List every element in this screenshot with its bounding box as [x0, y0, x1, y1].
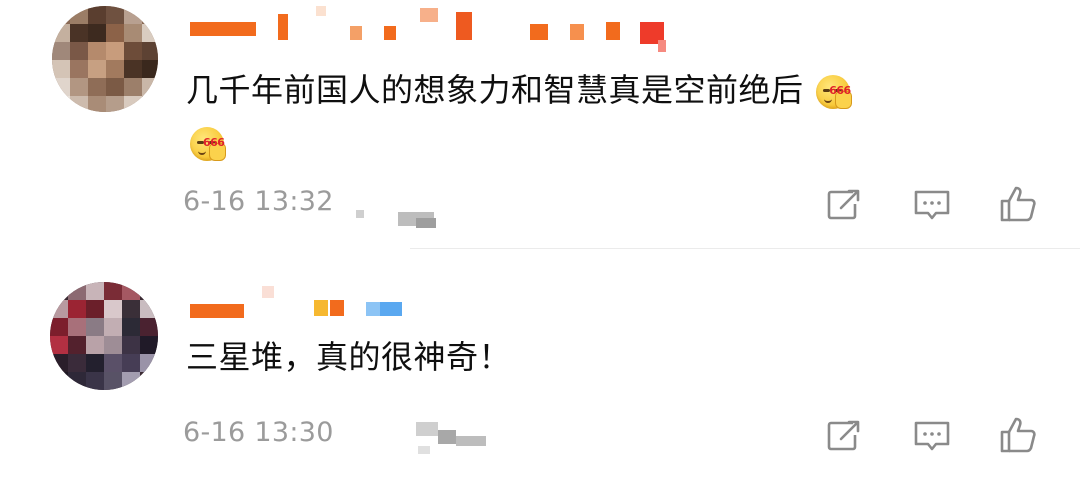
- divider: [410, 248, 1080, 249]
- share-icon[interactable]: [823, 184, 863, 224]
- avatar[interactable]: [50, 282, 158, 390]
- avatar[interactable]: [52, 6, 158, 112]
- comment-item: 几千年前国人的想象力和智慧真是空前绝后 666 666 6-16 13:32: [0, 0, 1080, 250]
- 666-emoji-icon: 666: [814, 67, 856, 109]
- comment-meta: 6-16 13:30: [183, 417, 334, 448]
- comment-text-body: 三星堆，真的很神奇！: [186, 338, 512, 376]
- comment-text: 几千年前国人的想象力和智慧真是空前绝后 666 666: [186, 64, 986, 168]
- thumbs-up-icon[interactable]: [998, 184, 1038, 224]
- thumbs-up-icon[interactable]: [998, 415, 1038, 455]
- comment-time: 6-16 13:32: [183, 186, 334, 217]
- comment-time: 6-16 13:30: [183, 417, 334, 448]
- comment-text-body: 几千年前国人的想象力和智慧真是空前绝后: [186, 71, 804, 109]
- comment-icon[interactable]: [912, 184, 952, 224]
- share-icon[interactable]: [823, 415, 863, 455]
- 666-emoji-icon: 666: [188, 119, 230, 161]
- comment-icon[interactable]: [912, 415, 952, 455]
- comment-meta: 6-16 13:32: [183, 186, 334, 217]
- comment-item: 三星堆，真的很神奇！ 6-16 13:30: [0, 250, 1080, 479]
- comment-text: 三星堆，真的很神奇！: [186, 331, 511, 383]
